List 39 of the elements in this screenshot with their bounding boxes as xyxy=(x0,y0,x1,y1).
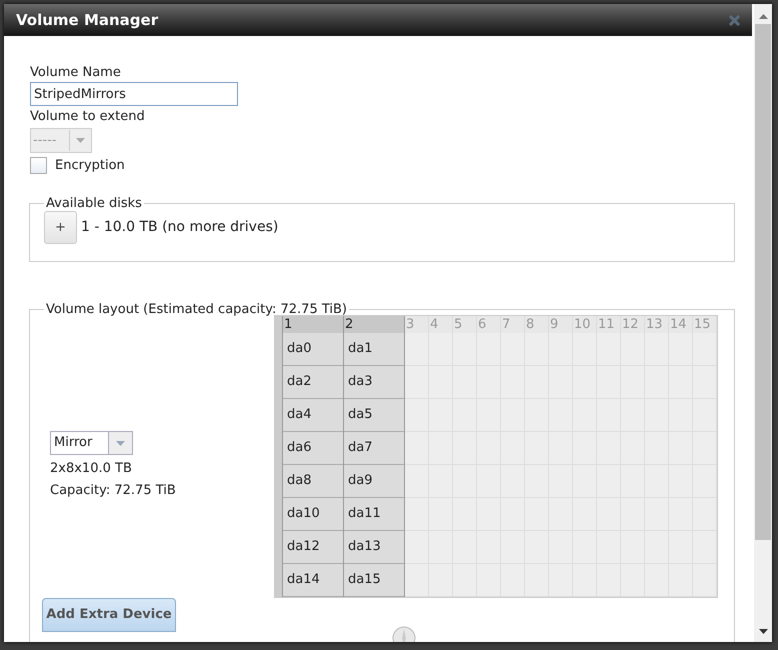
checkbox-label: Encryption xyxy=(55,157,125,175)
layout-select[interactable]: Mirror xyxy=(50,431,133,455)
close-icon[interactable] xyxy=(729,14,740,26)
caret-icon xyxy=(116,440,125,446)
column-header[interactable]: 1 xyxy=(283,316,343,333)
disk-cell[interactable]: da1 xyxy=(344,333,404,366)
panel-legend: Volume layout (Estimated capacity: 72.75 TiB) xyxy=(44,300,349,319)
disk-cell[interactable]: da11 xyxy=(344,498,404,531)
capacity-text: Capacity: 72.75 TiB xyxy=(50,482,177,500)
disk-cell[interactable]: da2 xyxy=(283,366,343,399)
disk-cell[interactable]: da6 xyxy=(283,432,343,465)
field-label: Volume to extend xyxy=(30,108,146,126)
caret-icon xyxy=(76,138,85,143)
volume-name-field[interactable]: StripedMirrors xyxy=(30,82,238,106)
disk-cell[interactable]: da7 xyxy=(344,432,404,465)
disk-cell[interactable]: da8 xyxy=(283,465,343,498)
window-title: Volume Manager xyxy=(16,10,158,31)
disk-cell[interactable]: da0 xyxy=(283,333,343,366)
disk-cell[interactable]: da10 xyxy=(283,498,343,531)
disk-cell[interactable]: da9 xyxy=(344,465,404,498)
encryption-checkbox[interactable] xyxy=(30,157,47,174)
layout-summary: 2x8x10.0 TB xyxy=(50,460,133,478)
disk-cell[interactable]: da14 xyxy=(283,564,343,597)
scrollbar[interactable] xyxy=(754,4,772,642)
panel-legend: Available disks xyxy=(44,194,144,213)
disk-cell[interactable]: da12 xyxy=(283,531,343,564)
disk-cell[interactable]: da15 xyxy=(344,564,404,597)
column-header[interactable]: 2 xyxy=(344,316,404,333)
disk-cell[interactable]: da3 xyxy=(344,366,404,399)
disk-cell[interactable]: da13 xyxy=(344,531,404,564)
disk-cell[interactable]: da5 xyxy=(344,399,404,432)
add-disk-button[interactable]: + xyxy=(44,211,77,244)
scrollbar-thumb[interactable] xyxy=(755,24,771,540)
scroll-down-icon[interactable] xyxy=(758,629,768,634)
scroll-up-icon[interactable] xyxy=(758,14,768,19)
disk-info: 1 - 10.0 TB (no more drives) xyxy=(81,218,278,237)
field-label: Volume Name xyxy=(30,64,122,82)
add-extra-device-button[interactable]: Add Extra Device xyxy=(42,598,176,632)
disk-cell[interactable]: da4 xyxy=(283,399,343,432)
